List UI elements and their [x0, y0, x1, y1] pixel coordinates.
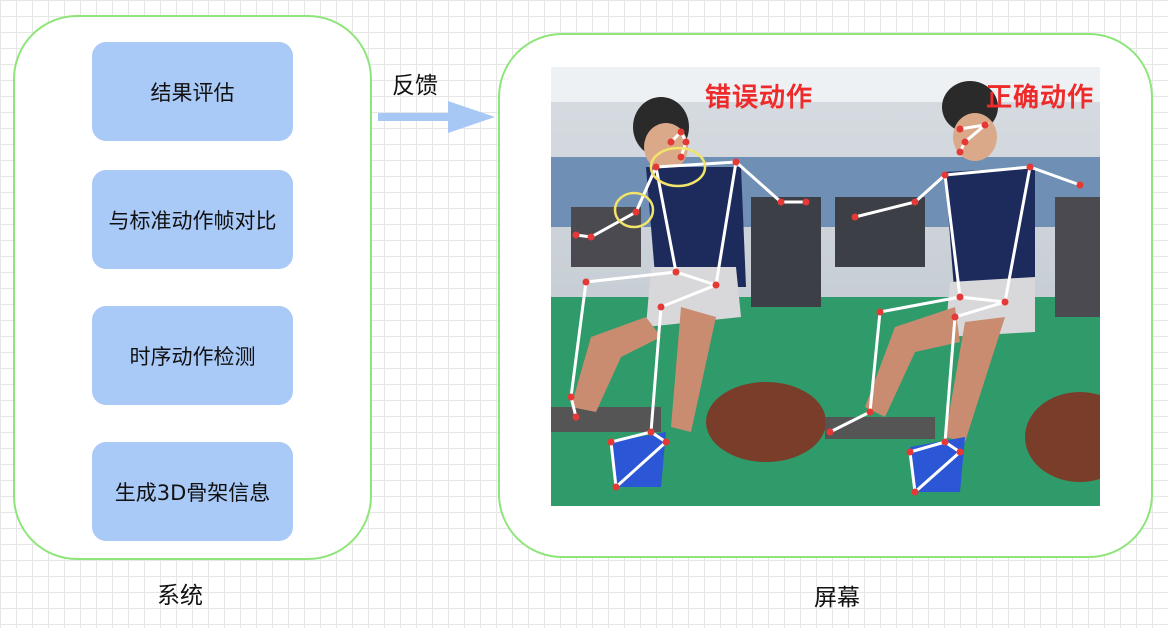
feedback-arrow — [378, 101, 495, 133]
correct-action-frame: 正确动作 — [825, 67, 1100, 506]
step-generate-3d-skeleton: 生成3D骨架信息 — [92, 442, 293, 541]
step-result-evaluation: 结果评估 — [92, 42, 293, 141]
correct-action-label: 正确动作 — [985, 83, 1094, 113]
wrong-action-label: 错误动作 — [704, 83, 813, 113]
step-compare-standard-frames: 与标准动作帧对比 — [92, 170, 293, 269]
system-label: 系统 — [157, 583, 203, 609]
step-temporal-action-detection: 时序动作检测 — [92, 306, 293, 405]
screen-label: 屏幕 — [814, 585, 860, 611]
correct-pose-illustration — [825, 67, 1100, 506]
wrong-pose-illustration — [551, 67, 825, 506]
feedback-label: 反馈 — [392, 73, 438, 99]
wrong-action-frame: 错误动作 — [551, 67, 825, 506]
